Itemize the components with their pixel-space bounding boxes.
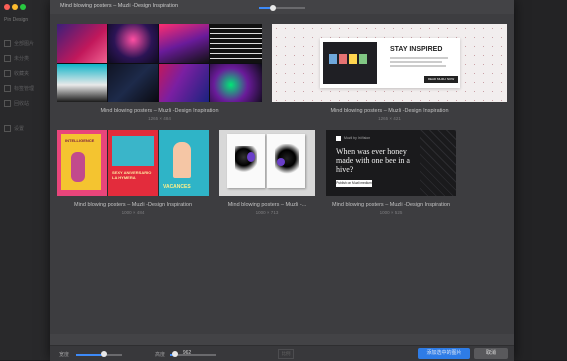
app-title: Pin Design — [4, 17, 29, 23]
poster-tile — [210, 64, 262, 102]
poster-tile — [57, 24, 107, 63]
add-selected-images-button[interactable]: 添加选中的图片 — [418, 348, 470, 359]
cancel-button[interactable]: 取消 — [474, 348, 508, 359]
image-caption: Mind blowing posters – Muzli -Design Ins… — [330, 108, 449, 114]
image-caption: Mind blowing posters – Muzli -Design Ins… — [332, 202, 450, 208]
image-dimensions: 1000 × 525 — [379, 210, 403, 215]
poster-tile — [108, 64, 158, 102]
image-caption: Mind blowing posters – Muzli -Design Ins… — [74, 202, 192, 208]
promo-card: STAY INSPIRED READ MUZLI NOW — [320, 38, 460, 88]
poster-intelligence: INTELLIGENCE — [57, 130, 107, 196]
bottom-toolbar: 宽度 962 高度 比例 添加选中的图片 取消 — [50, 345, 514, 361]
sidebar-item-uncategorized[interactable]: 未分类 — [4, 55, 29, 63]
height-label: 高度 — [155, 352, 166, 358]
close-window-button[interactable] — [4, 4, 10, 10]
poster-tile — [108, 24, 158, 63]
quote-text: When was ever honey made with one bee in… — [336, 147, 410, 174]
image-dimensions: 1000 × 713 — [255, 210, 279, 215]
zoom-slider[interactable] — [259, 5, 305, 11]
image-thumbnail-2[interactable]: STAY INSPIRED READ MUZLI NOW — [272, 24, 507, 102]
poster-aniversario: SEXY ANIVERSARIO LA HYMERA — [108, 130, 158, 196]
folder-icon — [4, 40, 11, 48]
width-slider[interactable] — [76, 354, 122, 356]
image-thumbnail-1[interactable] — [57, 24, 262, 102]
star-icon — [4, 70, 11, 78]
trash-icon — [4, 100, 11, 108]
image-thumbnail-4[interactable] — [219, 130, 315, 196]
poster-tile — [159, 64, 209, 102]
image-dimensions: 1265 × 421 — [378, 116, 401, 121]
sidebar-item-trash[interactable]: 回收站 — [4, 100, 29, 108]
background-content — [514, 0, 567, 360]
ratio-field[interactable]: 比例 — [278, 349, 294, 359]
image-dimensions: 1265 × 484 — [148, 116, 171, 121]
poster-tile — [210, 24, 262, 63]
image-picker-dialog: Mind blowing posters – Muzli -Design Ins… — [50, 0, 514, 361]
width-slider-fill — [76, 354, 104, 356]
poster-vacances: VACANCES — [159, 130, 209, 196]
zoom-slider-handle[interactable] — [269, 5, 276, 11]
zoom-window-button[interactable] — [20, 4, 26, 10]
laptop-screen — [323, 42, 377, 84]
muzli-logo-icon — [336, 136, 341, 141]
print-right — [267, 134, 305, 188]
image-caption: Mind blowing posters – Muzli -... — [227, 202, 307, 208]
poster-tile — [57, 64, 107, 102]
width-label: 宽度 — [59, 352, 70, 358]
sidebar-item-settings[interactable]: 设置 — [4, 125, 24, 133]
sidebar-item-tags[interactable]: 标签管理 — [4, 85, 34, 93]
width-slider-handle[interactable] — [100, 351, 107, 357]
read-muzli-button: READ MUZLI NOW — [424, 76, 458, 83]
height-slider-handle[interactable] — [171, 351, 178, 357]
image-caption: Mind blowing posters – Muzli -Design Ins… — [100, 108, 219, 114]
pattern-stripe — [420, 130, 456, 196]
minimize-window-button[interactable] — [12, 4, 18, 10]
image-thumbnail-3[interactable]: INTELLIGENCE SEXY ANIVERSARIO LA HYMERA … — [57, 130, 209, 196]
sidebar-item-favorites[interactable]: 收藏夹 — [4, 70, 29, 78]
image-dimensions: 1000 × 484 — [121, 210, 145, 215]
poster-tile — [159, 24, 209, 63]
image-thumbnail-5[interactable]: Muzli by InVision When was ever honey ma… — [326, 130, 456, 196]
sidebar-item-all[interactable]: 全部图片 — [4, 40, 34, 48]
print-left — [227, 134, 265, 188]
gear-icon — [4, 125, 11, 133]
publish-button: Publish on Muzli medium — [336, 180, 372, 187]
brand-label: Muzli by InVision — [344, 136, 371, 140]
tag-icon — [4, 85, 11, 93]
dialog-title: Mind blowing posters – Muzli -Design Ins… — [60, 3, 178, 9]
folder-icon — [4, 55, 11, 63]
stay-inspired-headline: STAY INSPIRED — [390, 46, 443, 53]
image-grid: Mind blowing posters – Muzli -Design Ins… — [50, 14, 514, 334]
